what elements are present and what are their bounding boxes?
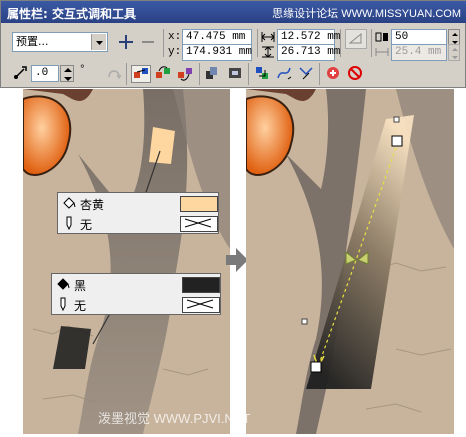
spacing-icon [375,46,389,58]
direct-blend-button[interactable] [131,65,151,83]
object-acceleration-icon [205,65,221,84]
divider [340,29,341,57]
divider [319,63,320,85]
clockwise-blend-icon [155,65,171,84]
pos-y-label: y: [168,46,182,58]
clockwise-blend-button[interactable] [153,65,173,83]
add-preset-icon [118,34,134,53]
loop-blend-icon [106,65,122,84]
outline-none-swatch [180,216,218,232]
fill-color-name: 杏黄 [80,198,105,212]
angle-stepper[interactable] [60,65,74,82]
add-preset-button[interactable] [116,33,136,53]
pos-y-field[interactable]: 174.931 mm [182,44,252,61]
remove-preset-button[interactable] [138,33,158,53]
degree-symbol: ° [79,64,86,76]
width-arrow-icon [261,31,275,43]
steps-icon [375,31,389,43]
canvas-after [246,89,454,434]
counterclockwise-blend-button[interactable] [175,65,195,83]
height-field[interactable]: 26.713 mm [277,44,340,61]
end-properties-button[interactable] [252,65,272,83]
outline-pen-icon [62,216,76,233]
canvas-before-art [23,89,230,434]
lock-ratio-icon [348,30,364,49]
outline-row: 无 [58,214,218,234]
divider [371,29,372,57]
outline-color-name: 无 [74,299,87,313]
outline-pen-icon [56,297,70,314]
outline-row: 无 [52,295,220,315]
spacing-stepper[interactable] [448,44,460,61]
outline-none-swatch [182,297,220,313]
bottom-watermark: 泼墨视觉 WWW.PJVI.NET [98,411,251,426]
more-options-button[interactable] [296,65,316,83]
object-acceleration-button[interactable] [203,65,223,83]
title-bar: 属性栏: 交互式调和工具 思缘设计论坛 WWW.MISSYUAN.COM [1,1,466,23]
color-info-popup-bottom: 黑 无 [51,273,221,315]
path-properties-button[interactable] [274,65,294,83]
fill-bucket-icon [56,277,70,294]
property-bar: 属性栏: 交互式调和工具 思缘设计论坛 WWW.MISSYUAN.COM 预置.… [0,0,466,88]
direct-blend-icon [133,65,149,84]
blend-direction-button[interactable] [11,65,29,83]
angle-field[interactable]: .0 [31,65,59,82]
copy-blend-button[interactable] [323,65,343,83]
divider [248,63,249,85]
lock-ratio-button[interactable] [345,29,367,49]
clear-blend-button[interactable] [345,65,365,83]
color-acceleration-icon [227,65,243,84]
divider [126,63,127,85]
preset-select-value: 预置... [16,35,49,48]
copy-blend-icon [325,65,341,84]
fill-bucket-icon [62,196,76,213]
preset-select[interactable]: 预置... [12,32,108,52]
blend-direction-icon [12,65,28,84]
chevron-down-icon[interactable] [91,34,106,50]
end-properties-icon [254,65,270,84]
canvas-before: 杏黄 无 黑 无 [23,89,230,434]
transition-arrow-icon [226,248,248,272]
counterclockwise-blend-icon [177,65,193,84]
canvas-after-art [246,89,454,434]
pos-x-label: x: [168,31,182,43]
color-acceleration-button[interactable] [225,65,245,83]
clear-blend-icon [347,65,363,84]
more-options-icon [298,65,314,84]
loop-blend-button[interactable] [105,65,123,83]
path-properties-icon [276,65,292,84]
divider [163,29,164,57]
divider [199,63,200,85]
fill-color-name: 黑 [74,279,87,293]
spacing-field[interactable]: 25.4 mm [391,44,447,61]
fill-row: 黑 [52,275,220,295]
window-title: 属性栏: 交互式调和工具 [7,7,136,21]
remove-preset-icon [140,34,156,53]
outline-color-name: 无 [80,218,93,232]
site-watermark: 思缘设计论坛 WWW.MISSYUAN.COM [272,8,461,20]
height-arrow-icon [261,46,275,58]
color-info-popup-top: 杏黄 无 [57,192,219,234]
fill-swatch [180,196,218,212]
divider [257,29,258,57]
fill-row: 杏黄 [58,194,218,214]
fill-swatch [182,277,220,293]
